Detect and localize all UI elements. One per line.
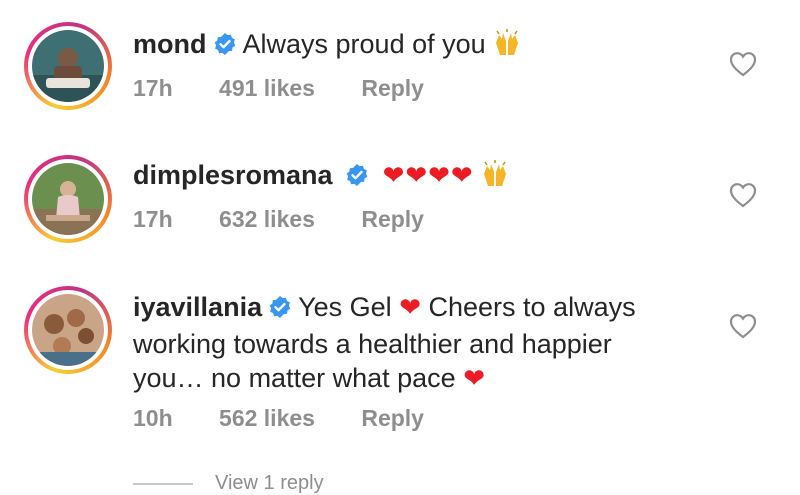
view-replies-label[interactable]: View 1 reply: [215, 472, 324, 494]
heart-outline-icon[interactable]: [729, 51, 757, 77]
divider: [133, 482, 193, 485]
reply-button[interactable]: Reply: [361, 405, 424, 431]
comment-text: iyavillania Yes Gel ❤ Cheers to always wo…: [133, 290, 673, 395]
reply-button[interactable]: Reply: [361, 75, 424, 101]
username[interactable]: dimplesromana: [133, 160, 333, 190]
avatar: [32, 294, 104, 366]
likes-count[interactable]: 491 likes: [219, 75, 315, 101]
timestamp: 17h: [133, 75, 173, 101]
comment-text: mond Always proud of you: [133, 27, 673, 65]
reply-button[interactable]: Reply: [361, 206, 424, 232]
verified-badge-icon: [213, 30, 237, 64]
verified-badge-icon: [268, 293, 292, 327]
comment-text: dimplesromana ❤❤❤❤: [133, 158, 673, 196]
view-replies-link[interactable]: View 1 reply: [133, 472, 324, 495]
comment-meta: 10h 562 likes Reply: [133, 405, 464, 432]
likes-count[interactable]: 632 likes: [219, 206, 315, 232]
avatar: [32, 163, 104, 235]
verified-badge-icon: [345, 161, 369, 195]
timestamp: 17h: [133, 206, 173, 232]
timestamp: 10h: [133, 405, 173, 431]
likes-count[interactable]: 562 likes: [219, 405, 315, 431]
comment-meta: 17h 491 likes Reply: [133, 75, 464, 102]
comment-body-part1: Yes Gel: [298, 292, 392, 322]
username[interactable]: iyavillania: [133, 292, 262, 322]
avatar-ring[interactable]: [24, 155, 112, 243]
avatar-ring[interactable]: [24, 22, 112, 110]
username[interactable]: mond: [133, 29, 207, 59]
raising-hands-emoji-icon: [492, 29, 522, 65]
avatar: [32, 30, 104, 102]
comment-body: Always proud of you: [242, 29, 486, 59]
heart-emoji: ❤: [463, 363, 485, 393]
heart-emoji: ❤: [399, 292, 421, 322]
comment-meta: 17h 632 likes Reply: [133, 206, 464, 233]
hearts-emoji: ❤❤❤❤: [382, 160, 474, 190]
raising-hands-emoji-icon: [480, 160, 510, 196]
avatar-ring[interactable]: [24, 286, 112, 374]
heart-outline-icon[interactable]: [729, 182, 757, 208]
heart-outline-icon[interactable]: [729, 313, 757, 339]
